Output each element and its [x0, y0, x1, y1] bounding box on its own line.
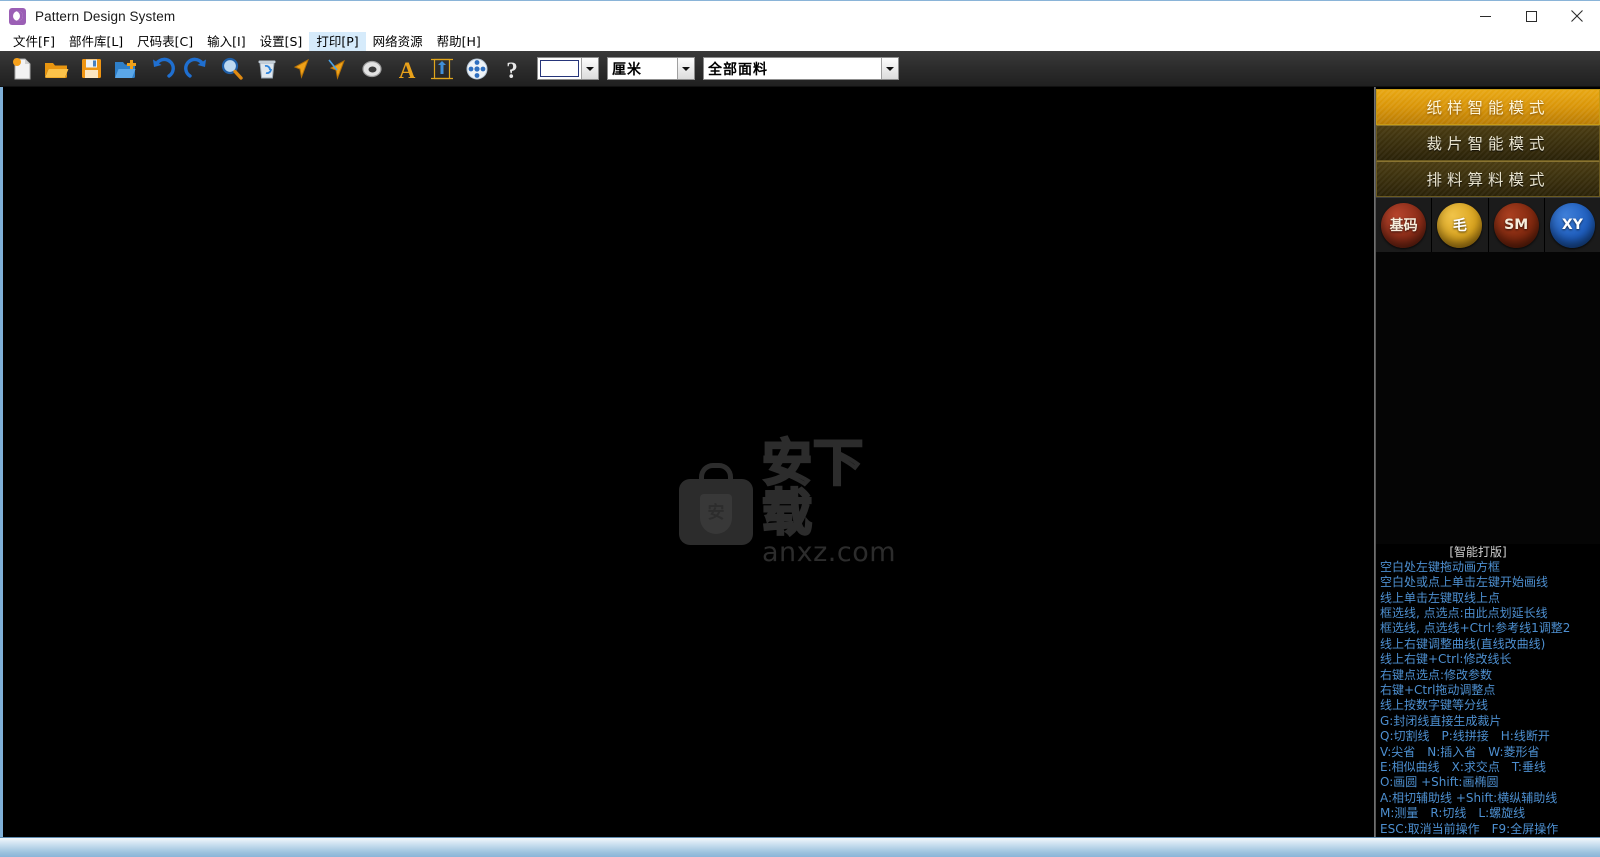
menu-item-help[interactable]: 帮助[H]	[430, 32, 488, 51]
circle-cell-xy[interactable]: XY	[1545, 198, 1600, 253]
help-line: 右键点选点:修改参数	[1380, 667, 1493, 682]
window-title: Pattern Design System	[35, 8, 176, 24]
menu-bar: 文件[F] 部件库[L] 尺码表[C] 输入[I] 设置[S] 打印[P] 网络…	[0, 31, 1600, 51]
status-bar	[0, 837, 1600, 857]
maximize-button[interactable]	[1508, 1, 1554, 32]
help-line: V:尖省 N:插入省 W:菱形省	[1380, 744, 1540, 759]
app-logo-icon	[9, 7, 26, 25]
text-tool-icon[interactable]: A	[389, 52, 424, 86]
help-line: 线上右键调整曲线(直线改曲线)	[1380, 636, 1546, 651]
help-question-icon[interactable]: ?	[494, 52, 529, 86]
minimize-button[interactable]	[1462, 1, 1508, 32]
main-body: 安 安下载 anxz.com 纸样智能模式 裁片智能模式 排料算料模式 基码 毛	[0, 87, 1600, 837]
cursor-blue-icon[interactable]	[319, 52, 354, 86]
toolbar: A ? 厘米 全部面料	[0, 51, 1600, 87]
menu-item-file[interactable]: 文件[F]	[6, 32, 62, 51]
chevron-down-icon[interactable]	[881, 58, 898, 79]
help-line: Q:切割线 P:线拼接 H:线断开	[1380, 729, 1550, 744]
design-canvas[interactable]: 安 安下载 anxz.com	[0, 87, 1375, 837]
menu-item-parts-library[interactable]: 部件库[L]	[62, 32, 130, 51]
film-reel-icon[interactable]	[459, 52, 494, 86]
size-tool-row: 基码 毛 SM XY	[1376, 197, 1600, 253]
help-line: 线上右键+Ctrl:修改线长	[1380, 652, 1512, 667]
help-line: 线上按数字键等分线	[1380, 698, 1489, 713]
open-folder-icon[interactable]	[39, 52, 74, 86]
save-icon[interactable]	[74, 52, 109, 86]
menu-item-input[interactable]: 输入[I]	[200, 32, 252, 51]
application-window: Pattern Design System 文件[F] 部件库[L] 尺码表[C…	[0, 0, 1600, 857]
title-bar-left: Pattern Design System	[0, 7, 176, 25]
new-file-icon[interactable]	[4, 52, 39, 86]
cursor-orange-icon[interactable]	[284, 52, 319, 86]
help-line: 空白处或点上单击左键开始画线	[1380, 575, 1549, 590]
help-line: 线上单击左键取线上点	[1380, 590, 1501, 605]
svg-text:A: A	[398, 58, 415, 82]
help-line: A:相切辅助线 +Shift:横纵辅助线	[1380, 790, 1558, 805]
fabric-select-value: 全部面料	[708, 61, 768, 78]
color-select[interactable]	[537, 57, 599, 80]
mode-button-piece-smart[interactable]: 裁片智能模式	[1376, 125, 1600, 161]
mode-button-marker-calc[interactable]: 排料算料模式	[1376, 161, 1600, 197]
menu-item-size-chart[interactable]: 尺码表[C]	[130, 32, 200, 51]
seam-button[interactable]: 毛	[1437, 202, 1483, 248]
mode-button-pattern-smart[interactable]: 纸样智能模式	[1376, 89, 1600, 125]
help-line: M:测量 R:切线 L:螺旋线	[1380, 806, 1526, 821]
chevron-down-icon[interactable]	[677, 58, 694, 79]
help-line: ESC:取消当前操作 F9:全屏操作	[1380, 821, 1559, 836]
help-line: E:相似曲线 X:求交点 T:垂线	[1380, 759, 1546, 774]
help-line: 框选线, 点选点:由此点划延长线	[1380, 605, 1548, 620]
undo-icon[interactable]	[144, 52, 179, 86]
help-line: O:画圆 +Shift:画椭圆	[1380, 775, 1499, 790]
spiral-icon[interactable]	[354, 52, 389, 86]
color-select-value	[540, 60, 579, 77]
menu-item-settings[interactable]: 设置[S]	[253, 32, 310, 51]
unit-select-value: 厘米	[612, 61, 642, 78]
chevron-down-icon[interactable]	[581, 58, 598, 79]
redo-icon[interactable]	[179, 52, 214, 86]
base-size-button[interactable]: 基码	[1381, 202, 1427, 248]
sm-button[interactable]: SM	[1493, 202, 1539, 248]
canvas-surface[interactable]	[3, 87, 1374, 837]
help-line: 右键+Ctrl拖动调整点	[1380, 682, 1496, 697]
right-sidebar: 纸样智能模式 裁片智能模式 排料算料模式 基码 毛 SM XY [智能打版] 空…	[1375, 87, 1600, 837]
new-folder-icon[interactable]	[109, 52, 144, 86]
help-hints-panel: [智能打版] 空白处左键拖动画方框 空白处或点上单击左键开始画线 线上单击左键取…	[1376, 543, 1600, 837]
close-button[interactable]	[1554, 1, 1600, 32]
grade-ruler-icon[interactable]	[424, 52, 459, 86]
circle-cell-sm[interactable]: SM	[1489, 197, 1545, 253]
svg-text:?: ?	[506, 58, 518, 82]
help-panel-title: [智能打版]	[1449, 544, 1507, 559]
menu-item-print[interactable]: 打印[P]	[309, 31, 366, 51]
fabric-select[interactable]: 全部面料	[703, 57, 899, 80]
zoom-icon[interactable]	[214, 52, 249, 86]
xy-button[interactable]: XY	[1549, 202, 1595, 248]
title-bar: Pattern Design System	[0, 0, 1600, 31]
circle-cell-base-size[interactable]: 基码	[1376, 197, 1433, 253]
trash-icon[interactable]	[249, 52, 284, 86]
unit-select[interactable]: 厘米	[607, 57, 695, 80]
help-line: 空白处左键拖动画方框	[1380, 559, 1501, 574]
circle-cell-seam[interactable]: 毛	[1432, 197, 1489, 253]
window-controls	[1462, 1, 1600, 32]
menu-item-network-resources[interactable]: 网络资源	[366, 32, 430, 51]
sidebar-empty-area	[1376, 252, 1600, 544]
help-line: 框选线, 点选线+Ctrl:参考线1调整2	[1380, 621, 1571, 636]
help-line: G:封闭线直接生成裁片	[1380, 713, 1502, 728]
